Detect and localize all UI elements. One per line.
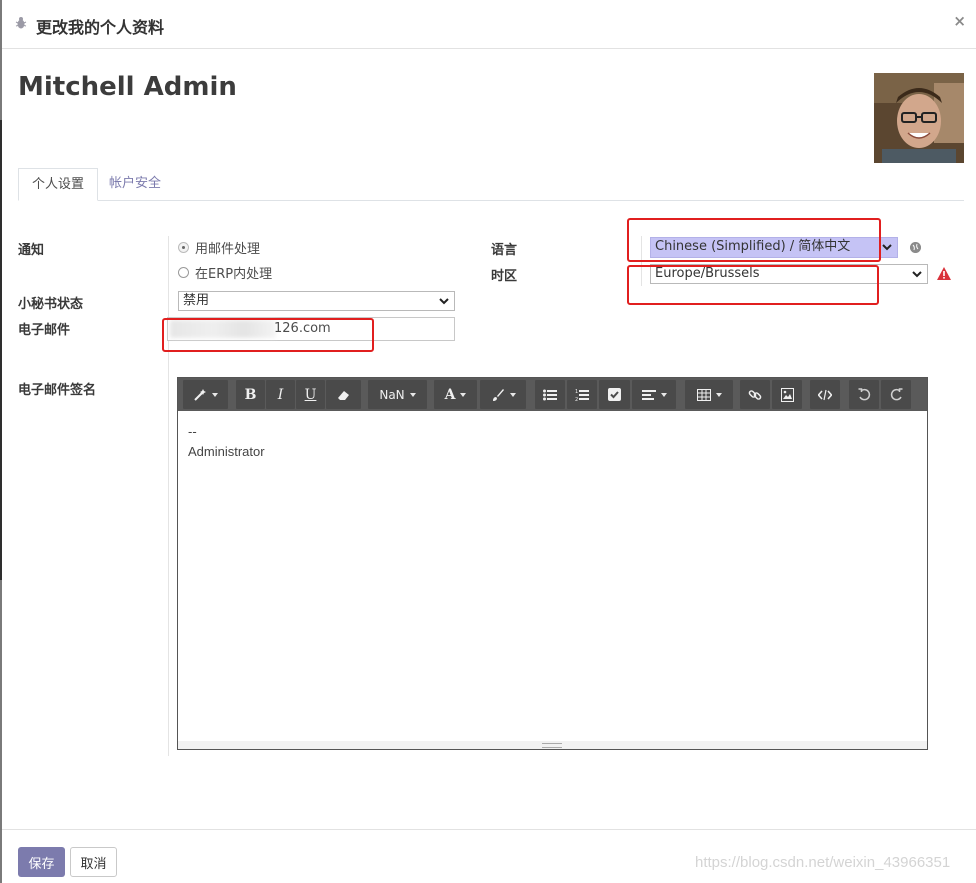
tab-bar: 个人设置 帐户安全 xyxy=(18,168,964,201)
radio-checked-icon[interactable] xyxy=(178,242,189,253)
tab-preferences[interactable]: 个人设置 xyxy=(18,168,99,201)
font-size-label: NaN xyxy=(379,387,405,402)
notification-option-inbox[interactable]: 在ERP内处理 xyxy=(178,263,272,282)
watermark-text: https://blog.csdn.net/weixin_43966351 xyxy=(695,854,951,871)
warning-icon[interactable] xyxy=(937,267,951,280)
magic-wand-icon xyxy=(194,388,206,401)
dialog-title: 更改我的个人资料 xyxy=(36,18,165,37)
undo-icon xyxy=(858,388,870,401)
user-photo-icon xyxy=(874,73,964,163)
table-button[interactable] xyxy=(685,380,733,409)
code-icon xyxy=(818,389,832,400)
timezone-label: 时区 xyxy=(491,269,518,284)
image-icon xyxy=(780,387,794,402)
annotation-box-language xyxy=(627,218,881,262)
paint-brush-icon xyxy=(492,388,504,401)
notification-option-email[interactable]: 用邮件处理 xyxy=(178,238,260,257)
underline-icon: U xyxy=(304,386,317,403)
italic-icon: I xyxy=(277,386,284,403)
user-name: Mitchell Admin xyxy=(18,72,237,102)
signature-line: Administrator xyxy=(188,444,265,459)
chevron-down-icon xyxy=(912,271,922,278)
cancel-button[interactable]: 取消 xyxy=(70,847,117,877)
link-button[interactable] xyxy=(740,380,770,409)
svg-text:2: 2 xyxy=(575,397,578,402)
list-ol-icon: 12 xyxy=(575,389,589,402)
checkbox-icon xyxy=(608,388,621,401)
annotation-box-email xyxy=(162,318,374,352)
ordered-list-button[interactable]: 12 xyxy=(567,380,597,409)
chevron-down-icon xyxy=(439,298,449,305)
magic-style-button[interactable] xyxy=(183,380,228,409)
unordered-list-button[interactable] xyxy=(535,380,565,409)
background-color-button[interactable] xyxy=(480,380,526,409)
globe-icon[interactable] xyxy=(910,242,921,253)
notification-label: 通知 xyxy=(18,243,45,258)
svg-text:1: 1 xyxy=(575,389,578,395)
italic-button[interactable]: I xyxy=(266,380,295,409)
font-size-button[interactable]: NaN xyxy=(368,380,427,409)
language-label: 语言 xyxy=(491,243,518,258)
signature-editor[interactable]: B I U NaN A 12 -- Administrator xyxy=(177,377,928,750)
field-divider xyxy=(168,236,169,756)
link-icon xyxy=(748,389,762,400)
eraser-icon xyxy=(337,390,349,400)
paragraph-align-button[interactable] xyxy=(632,380,676,409)
bug-icon xyxy=(15,17,27,29)
avatar[interactable] xyxy=(874,73,964,163)
editor-resize-handle[interactable] xyxy=(178,741,927,749)
dialog-header: 更改我的个人资料 × xyxy=(2,0,976,49)
font-color-icon: A xyxy=(444,386,456,403)
annotation-box-timezone xyxy=(627,265,879,305)
editor-toolbar: B I U NaN A 12 xyxy=(178,378,927,411)
chevron-down-icon xyxy=(882,244,892,251)
code-view-button[interactable] xyxy=(810,380,840,409)
email-label: 电子邮件 xyxy=(18,323,71,338)
signature-label: 电子邮件签名 xyxy=(18,383,97,398)
bold-icon: B xyxy=(244,386,257,403)
odoobot-status-label: 小秘书状态 xyxy=(18,297,84,312)
left-edge xyxy=(0,0,2,883)
odoobot-status-value: 禁用 xyxy=(183,293,210,308)
save-button[interactable]: 保存 xyxy=(18,847,65,877)
signature-content[interactable]: -- Administrator xyxy=(188,422,265,462)
signature-line: -- xyxy=(188,424,197,439)
eraser-button[interactable] xyxy=(326,380,361,409)
notification-option-label: 用邮件处理 xyxy=(195,242,261,257)
redo-button[interactable] xyxy=(881,380,911,409)
image-button[interactable] xyxy=(772,380,802,409)
redo-icon xyxy=(890,388,902,401)
font-color-button[interactable]: A xyxy=(434,380,477,409)
undo-button[interactable] xyxy=(849,380,879,409)
checklist-button[interactable] xyxy=(599,380,630,409)
tab-account-security[interactable]: 帐户安全 xyxy=(96,168,174,201)
bold-button[interactable]: B xyxy=(236,380,265,409)
odoobot-status-select[interactable]: 禁用 xyxy=(178,291,455,311)
underline-button[interactable]: U xyxy=(296,380,325,409)
align-left-icon xyxy=(641,389,656,400)
list-ul-icon xyxy=(543,389,557,400)
table-icon xyxy=(696,388,711,401)
notification-option-label: 在ERP内处理 xyxy=(195,267,273,282)
close-icon[interactable]: × xyxy=(953,12,966,30)
radio-unchecked-icon[interactable] xyxy=(178,267,189,278)
